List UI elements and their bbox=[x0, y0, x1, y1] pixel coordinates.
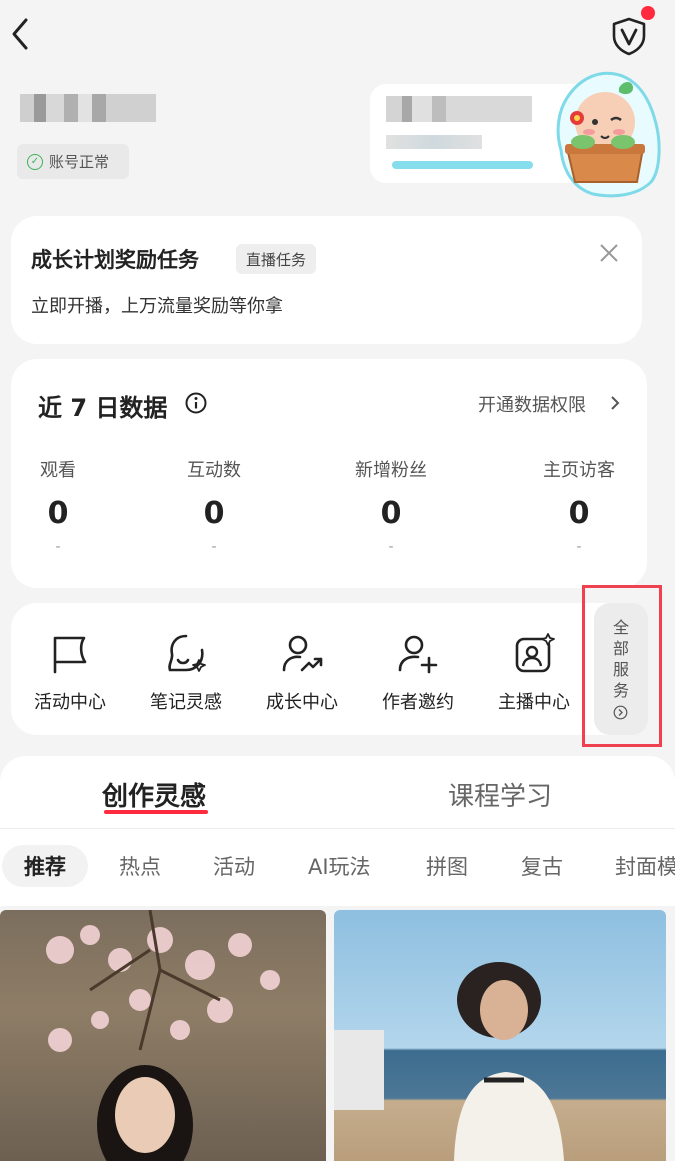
open-data-permission-link[interactable]: 开通数据权限 bbox=[478, 391, 586, 417]
metric-value: 0 bbox=[380, 496, 402, 531]
highlight-box bbox=[582, 585, 662, 747]
metric-new-followers: 新增粉丝 0 - bbox=[350, 456, 432, 555]
back-arrow-icon[interactable] bbox=[6, 14, 36, 54]
shield-v-icon[interactable] bbox=[610, 16, 648, 56]
chip-collage[interactable]: 拼图 bbox=[426, 845, 468, 887]
notification-dot bbox=[641, 6, 655, 20]
chip-ai-play[interactable]: AI玩法 bbox=[308, 845, 371, 887]
user-add-icon bbox=[398, 635, 438, 674]
task-tag: 直播任务 bbox=[236, 244, 317, 274]
level-subtext-blurred bbox=[386, 135, 482, 149]
metric-views: 观看 0 - bbox=[38, 456, 78, 555]
cherry-blossom-image bbox=[46, 910, 280, 1161]
service-label: 成长中心 bbox=[266, 692, 338, 713]
metric-profile-visitors: 主页访客 0 - bbox=[538, 456, 620, 555]
tab-creative-inspiration[interactable]: 创作灵感 bbox=[102, 776, 206, 813]
active-tab-indicator bbox=[104, 810, 208, 814]
chevron-right-icon[interactable] bbox=[609, 394, 621, 412]
service-author-invitation[interactable]: 作者邀约 bbox=[363, 632, 473, 714]
metric-label: 主页访客 bbox=[543, 460, 615, 481]
beach-girl-image bbox=[334, 962, 564, 1161]
task-subtitle: 立即开播，上万流量奖励等你拿 bbox=[31, 296, 283, 317]
service-anchor-center[interactable]: 主播中心 bbox=[479, 632, 589, 714]
account-status-label: 账号正常 bbox=[49, 153, 110, 171]
data-title: 近 7 日数据 bbox=[38, 394, 168, 422]
info-icon[interactable] bbox=[185, 392, 207, 414]
username-blurred bbox=[20, 94, 156, 122]
service-label: 活动中心 bbox=[34, 692, 106, 713]
metric-value: 0 bbox=[568, 496, 590, 531]
metric-label: 互动数 bbox=[187, 460, 241, 481]
metric-change: - bbox=[55, 539, 61, 555]
chip-cover-template[interactable]: 封面模 bbox=[615, 845, 675, 887]
user-growth-icon bbox=[282, 635, 323, 672]
service-note-inspiration[interactable]: 笔记灵感 bbox=[131, 632, 241, 714]
anchor-icon bbox=[515, 633, 555, 673]
metric-interactions: 互动数 0 - bbox=[184, 456, 244, 555]
chip-activity[interactable]: 活动 bbox=[213, 845, 255, 887]
chip-retro[interactable]: 复古 bbox=[521, 845, 563, 887]
service-label: 作者邀约 bbox=[382, 692, 454, 713]
bulb-icon bbox=[168, 634, 206, 672]
service-label: 笔记灵感 bbox=[150, 692, 222, 713]
inspiration-photo-cherry-blossom[interactable] bbox=[0, 910, 326, 1161]
mascot-sticker-icon bbox=[556, 71, 661, 198]
check-icon: ✓ bbox=[27, 153, 43, 170]
tabs-divider bbox=[0, 828, 675, 829]
level-progress-bar bbox=[392, 161, 533, 169]
metric-label: 观看 bbox=[40, 460, 76, 481]
chip-hot[interactable]: 热点 bbox=[119, 845, 161, 887]
tab-course-learning[interactable]: 课程学习 bbox=[448, 776, 552, 813]
chip-recommend[interactable]: 推荐 bbox=[2, 845, 88, 887]
inspiration-photo-beach-girl[interactable] bbox=[334, 910, 666, 1161]
growth-task-card[interactable] bbox=[11, 216, 642, 344]
metric-change: - bbox=[211, 539, 217, 555]
service-activity-center[interactable]: 活动中心 bbox=[15, 632, 125, 714]
flag-icon bbox=[53, 636, 87, 674]
metric-change: - bbox=[388, 539, 394, 555]
metric-change: - bbox=[576, 539, 582, 555]
metric-value: 0 bbox=[203, 496, 225, 531]
metric-label: 新增粉丝 bbox=[355, 460, 427, 481]
metric-value: 0 bbox=[47, 496, 69, 531]
account-status-badge[interactable]: ✓ 账号正常 bbox=[17, 144, 129, 179]
service-label: 主播中心 bbox=[498, 692, 570, 713]
close-icon[interactable] bbox=[598, 242, 620, 264]
level-text-blurred bbox=[386, 96, 532, 122]
task-title: 成长计划奖励任务 bbox=[31, 248, 199, 272]
service-growth-center[interactable]: 成长中心 bbox=[247, 632, 357, 714]
